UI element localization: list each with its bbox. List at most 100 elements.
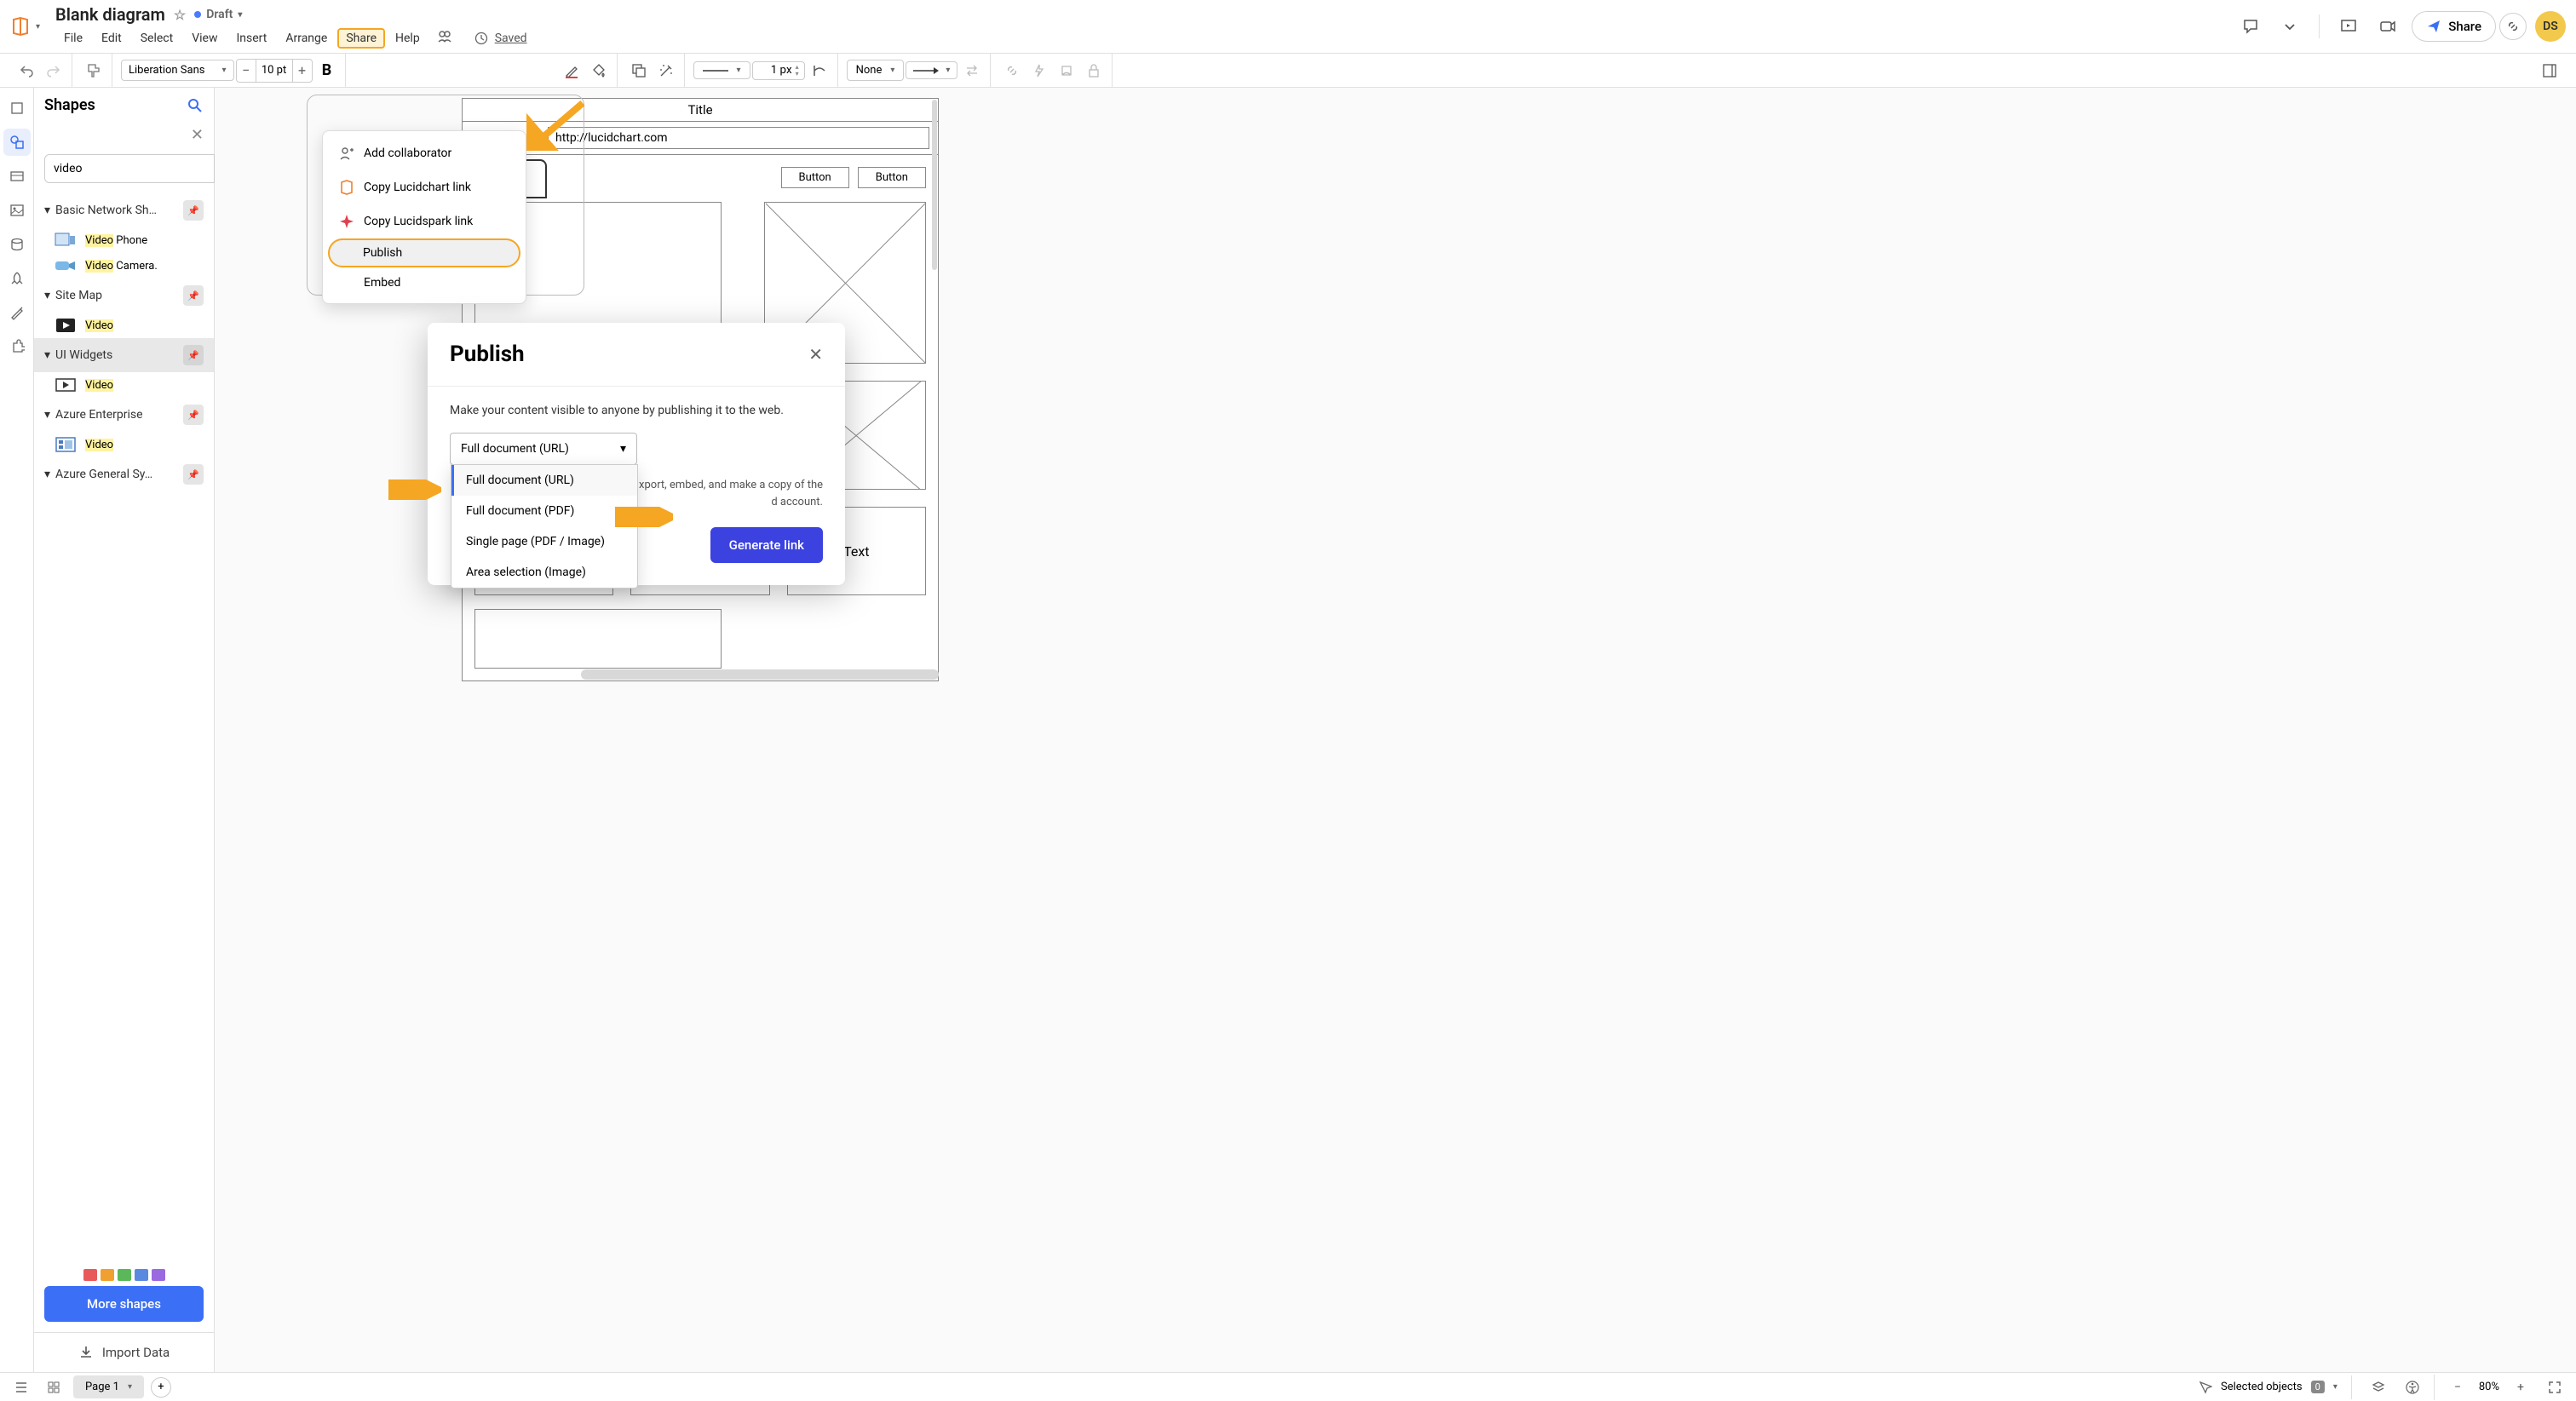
document-title[interactable]: Blank diagram <box>55 4 165 25</box>
border-color-button[interactable] <box>559 58 584 83</box>
close-icon[interactable]: ✕ <box>808 344 823 365</box>
zoom-in-button[interactable]: + <box>2508 1375 2533 1400</box>
menu-help[interactable]: Help <box>387 28 428 49</box>
rail-layers[interactable] <box>3 95 31 122</box>
swap-ends-button[interactable] <box>959 58 985 83</box>
fullscreen-button[interactable] <box>2542 1375 2567 1400</box>
shape-item[interactable]: Video <box>34 432 214 457</box>
more-shapes-button[interactable]: More shapes <box>44 1286 204 1322</box>
magic-button[interactable] <box>653 58 679 83</box>
pin-icon[interactable]: 📌 <box>183 405 204 425</box>
shape-item[interactable]: Video <box>34 372 214 398</box>
font-size-increase[interactable]: + <box>293 60 312 82</box>
link-button[interactable] <box>999 58 1025 83</box>
star-icon[interactable]: ☆ <box>174 7 186 23</box>
format-option-single-page[interactable]: Single page (PDF / Image) <box>451 526 637 557</box>
vertical-scrollbar[interactable] <box>932 100 937 270</box>
rail-containers[interactable] <box>3 163 31 190</box>
shape-category[interactable]: ▾ Basic Network Sh… 📌 <box>34 193 214 227</box>
format-painter-button[interactable] <box>81 58 106 83</box>
dropdown-embed[interactable]: Embed <box>328 267 520 298</box>
saved-status[interactable]: Saved <box>495 32 527 45</box>
rail-rocket[interactable] <box>3 265 31 292</box>
format-option-full-url[interactable]: Full document (URL) <box>451 465 637 496</box>
dropdown-publish[interactable]: Publish <box>328 238 520 267</box>
shape-category[interactable]: ▾ Azure General Sy… 📌 <box>34 457 214 491</box>
user-avatar[interactable]: DS <box>2535 11 2566 42</box>
menu-arrange[interactable]: Arrange <box>277 28 336 49</box>
zoom-out-button[interactable]: − <box>2445 1375 2470 1400</box>
arrow-style-select[interactable]: ▾ <box>906 61 957 79</box>
menu-view[interactable]: View <box>183 28 226 49</box>
menu-insert[interactable]: Insert <box>227 28 275 49</box>
grid-view-icon[interactable] <box>41 1375 66 1400</box>
shape-item[interactable]: Video Phone <box>34 227 214 253</box>
bold-button[interactable]: B <box>314 58 340 83</box>
format-option-area[interactable]: Area selection (Image) <box>451 557 637 588</box>
menu-share[interactable]: Share <box>337 28 385 49</box>
app-logo[interactable]: ▾ <box>10 16 40 37</box>
list-view-icon[interactable] <box>9 1375 34 1400</box>
pin-icon[interactable]: 📌 <box>183 285 204 306</box>
search-toggle-icon[interactable] <box>187 97 204 114</box>
copy-link-button[interactable] <box>2499 13 2527 40</box>
rail-data[interactable] <box>3 231 31 258</box>
rail-shapes[interactable] <box>3 129 31 156</box>
pin-icon[interactable]: 📌 <box>183 345 204 365</box>
shape-item[interactable]: Video Camera. <box>34 253 214 278</box>
chevron-down-icon[interactable]: ▾ <box>2333 1382 2337 1392</box>
undo-button[interactable] <box>14 58 39 83</box>
mockup-button[interactable]: Button <box>858 167 926 188</box>
comment-icon[interactable] <box>2235 11 2266 42</box>
fill-select[interactable]: None ▾ <box>847 60 905 81</box>
panels-button[interactable] <box>2537 58 2562 83</box>
line-weight-input[interactable]: ▴▾ <box>752 61 805 80</box>
font-family-select[interactable]: Liberation Sans ▾ <box>121 60 234 81</box>
shape-style-button[interactable] <box>626 58 652 83</box>
add-page-button[interactable]: + <box>151 1377 171 1398</box>
pin-icon[interactable]: 📌 <box>183 200 204 221</box>
rail-images[interactable] <box>3 197 31 224</box>
fill-color-button[interactable] <box>586 58 612 83</box>
record-icon[interactable] <box>2372 11 2403 42</box>
shape-category[interactable]: ▾ Site Map 📌 <box>34 278 214 313</box>
layers-icon[interactable] <box>2366 1375 2391 1400</box>
shape-category[interactable]: ▾ Azure Enterprise 📌 <box>34 398 214 432</box>
action-button[interactable] <box>1026 58 1052 83</box>
line-style-select[interactable]: ▾ <box>693 61 750 79</box>
shape-category[interactable]: ▾ UI Widgets 📌 <box>34 338 214 372</box>
generate-link-button[interactable]: Generate link <box>710 527 823 563</box>
format-option-full-pdf[interactable]: Full document (PDF) <box>451 496 637 526</box>
zoom-level[interactable]: 80% <box>2479 1381 2499 1393</box>
line-end-button[interactable] <box>807 58 832 83</box>
menu-select[interactable]: Select <box>132 28 181 49</box>
redo-button[interactable] <box>41 58 66 83</box>
horizontal-scrollbar[interactable] <box>581 669 939 680</box>
mockup-url-input[interactable] <box>548 127 929 149</box>
import-data-button[interactable]: Import Data <box>34 1332 214 1372</box>
dropdown-add-collaborator[interactable]: Add collaborator <box>328 136 520 170</box>
mockup-block[interactable] <box>474 609 722 669</box>
menu-edit[interactable]: Edit <box>93 28 130 49</box>
layer-button[interactable] <box>1054 58 1079 83</box>
pin-icon[interactable]: 📌 <box>183 464 204 485</box>
draft-badge[interactable]: Draft ▾ <box>194 8 242 21</box>
rail-plugins[interactable] <box>3 333 31 360</box>
menu-file[interactable]: File <box>55 28 91 49</box>
rail-pen[interactable] <box>3 299 31 326</box>
dropdown-copy-lucidchart[interactable]: Copy Lucidchart link <box>328 170 520 204</box>
publish-format-select[interactable]: Full document (URL) ▾ Full document (URL… <box>450 433 637 465</box>
shape-item[interactable]: Video <box>34 313 214 338</box>
collaborators-icon[interactable] <box>437 28 452 49</box>
dropdown-copy-lucidspark[interactable]: Copy Lucidspark link <box>328 204 520 238</box>
close-icon[interactable]: ✕ <box>191 126 204 144</box>
page-tab[interactable]: Page 1 ▾ <box>73 1375 144 1398</box>
share-button[interactable]: Share <box>2412 11 2496 42</box>
shapes-search-input[interactable] <box>44 154 215 183</box>
accessibility-icon[interactable] <box>2400 1375 2425 1400</box>
font-size-input[interactable] <box>256 60 293 82</box>
chevron-down-icon[interactable] <box>2274 11 2305 42</box>
font-size-decrease[interactable]: − <box>237 60 256 82</box>
lock-button[interactable] <box>1081 58 1107 83</box>
present-icon[interactable] <box>2333 11 2364 42</box>
